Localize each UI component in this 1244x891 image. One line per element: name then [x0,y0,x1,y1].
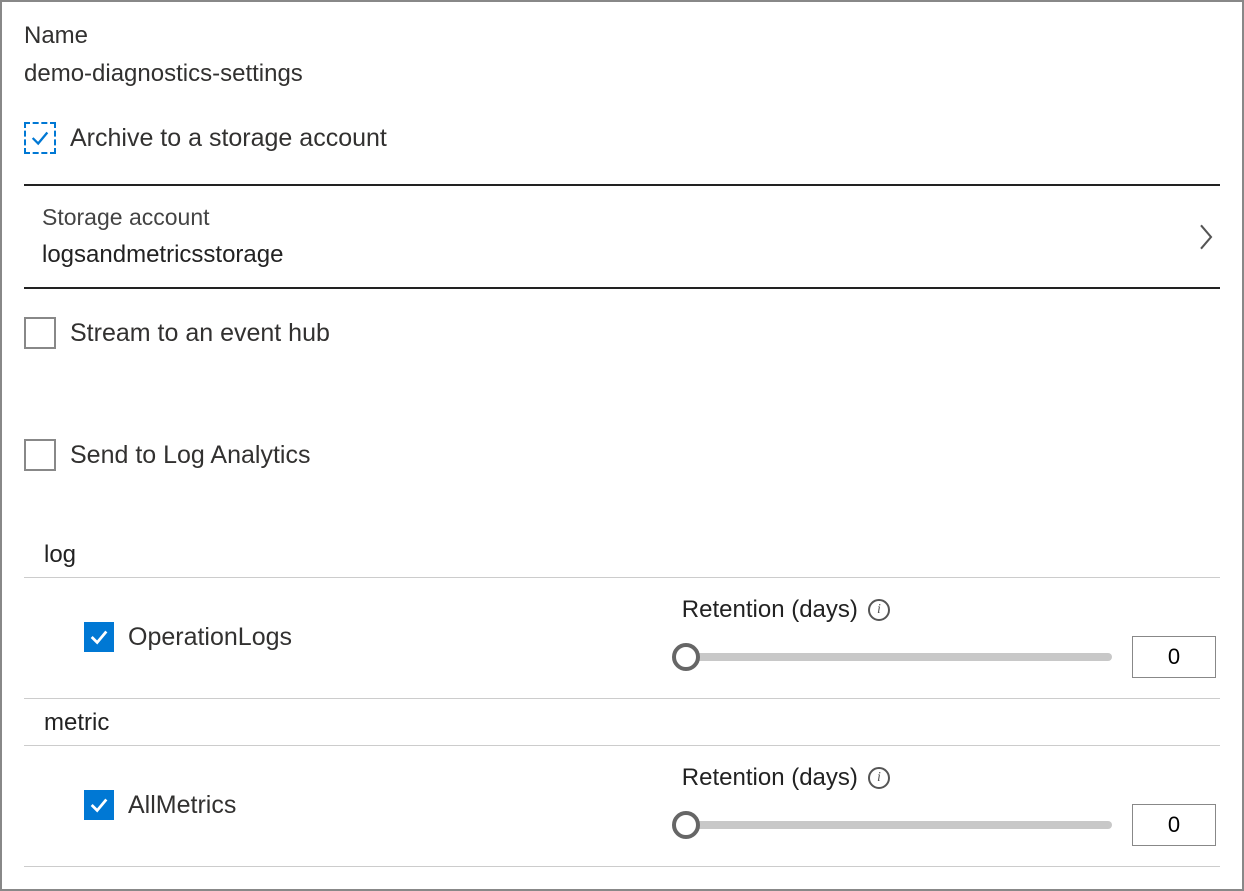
checkmark-icon [88,794,110,816]
retention-input[interactable] [1132,804,1216,846]
allmetrics-checkbox[interactable] [84,790,114,820]
retention-slider[interactable] [682,653,1112,661]
info-icon[interactable]: i [868,599,890,621]
stream-event-hub-checkbox[interactable] [24,317,56,349]
storage-account-selector[interactable]: Storage account logsandmetricsstorage [24,184,1220,289]
send-log-analytics-label: Send to Log Analytics [70,441,310,470]
slider-thumb[interactable] [672,811,700,839]
storage-account-label: Storage account [42,204,283,231]
stream-event-hub-label: Stream to an event hub [70,319,330,348]
storage-account-value: logsandmetricsstorage [42,241,283,269]
archive-storage-label: Archive to a storage account [70,124,387,153]
info-icon[interactable]: i [868,767,890,789]
operationlogs-checkbox[interactable] [84,622,114,652]
checkmark-icon [88,626,110,648]
diagnostic-settings-panel: Name demo-diagnostics-settings Archive t… [0,0,1244,891]
retention-input[interactable] [1132,636,1216,678]
chevron-right-icon [1196,222,1216,252]
checkmark-icon [29,127,51,149]
metric-item-label: AllMetrics [128,791,236,820]
metric-item-row: AllMetrics Retention (days) i [24,746,1220,867]
log-item-row: OperationLogs Retention (days) i [24,578,1220,699]
retention-label: Retention (days) i [682,596,1216,624]
name-field-label: Name [24,22,1220,50]
send-log-analytics-row: Send to Log Analytics [24,439,1220,471]
retention-slider[interactable] [682,821,1112,829]
log-section-heading: log [24,541,1220,578]
slider-thumb[interactable] [672,643,700,671]
archive-storage-row: Archive to a storage account [24,122,1220,154]
retention-label: Retention (days) i [682,764,1216,792]
archive-storage-checkbox[interactable] [24,122,56,154]
name-field-value: demo-diagnostics-settings [24,60,1220,88]
log-item-label: OperationLogs [128,623,292,652]
stream-event-hub-row: Stream to an event hub [24,317,1220,349]
metric-section-heading: metric [24,709,1220,746]
send-log-analytics-checkbox[interactable] [24,439,56,471]
